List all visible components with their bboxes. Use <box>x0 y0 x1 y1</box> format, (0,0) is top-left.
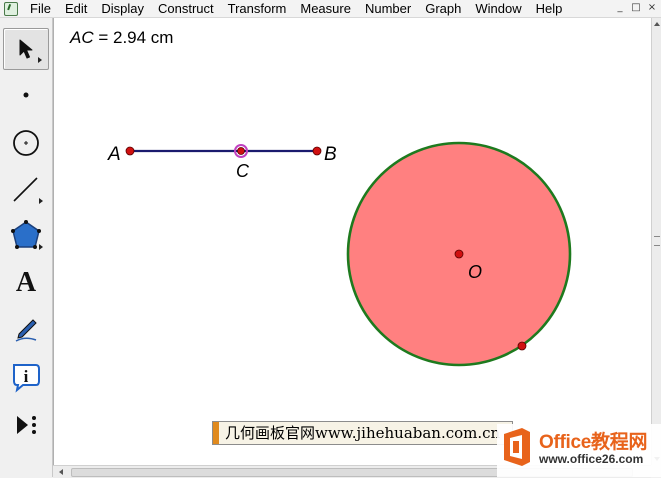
pentagon-icon <box>11 220 41 249</box>
info-icon: i <box>13 364 40 393</box>
scroll-up-arrow-icon[interactable] <box>654 22 660 26</box>
menu-measure[interactable]: Measure <box>292 1 357 17</box>
office-logo-url: www.office26.com <box>539 452 644 466</box>
label-b[interactable]: B <box>324 144 337 165</box>
menu-bar: File Edit Display Construct Transform Me… <box>0 0 661 18</box>
scroll-left-arrow-icon[interactable] <box>59 469 63 475</box>
point-c[interactable] <box>237 147 245 155</box>
point-a[interactable] <box>125 146 135 156</box>
minimize-button[interactable]: _ <box>613 1 627 14</box>
menu-display[interactable]: Display <box>93 1 150 17</box>
watermark-stripe <box>213 422 219 444</box>
point-icon <box>23 92 29 98</box>
scroll-grip-icon <box>654 236 660 246</box>
svg-text:i: i <box>24 367 29 386</box>
menu-construct[interactable]: Construct <box>150 1 220 17</box>
circle-radius-point[interactable] <box>517 341 527 351</box>
label-o[interactable]: O <box>468 262 482 282</box>
tool-submenu-indicator <box>38 57 42 63</box>
restore-button[interactable]: □ <box>629 1 643 14</box>
pen-icon <box>15 319 37 342</box>
office-logo-title: Office教程网 <box>539 432 648 453</box>
point-tool[interactable] <box>3 74 49 116</box>
tool-submenu-indicator <box>39 198 43 204</box>
line-segment-icon <box>13 177 38 202</box>
sketch-canvas[interactable]: AC = 2.94 cm A B C O <box>53 18 652 465</box>
straightedge-tool[interactable] <box>3 168 49 210</box>
menu-window[interactable]: Window <box>467 1 527 17</box>
vertical-scrollbar[interactable] <box>651 18 661 465</box>
custom-tools-icon <box>17 416 36 434</box>
compass-circle-icon <box>13 130 39 156</box>
menu-transform[interactable]: Transform <box>220 1 293 17</box>
menu-number[interactable]: Number <box>357 1 417 17</box>
polygon-tool[interactable] <box>3 214 49 256</box>
menu-help[interactable]: Help <box>528 1 569 17</box>
arrow-icon <box>19 39 33 59</box>
label-c[interactable]: C <box>236 161 250 181</box>
menu-graph[interactable]: Graph <box>417 1 467 17</box>
close-button[interactable]: × <box>645 1 659 14</box>
text-a-icon: A <box>15 267 37 298</box>
selection-arrow-tool[interactable] <box>3 28 49 70</box>
tool-submenu-indicator <box>39 244 43 250</box>
information-tool[interactable]: i <box>3 356 49 398</box>
office-logo-icon <box>504 428 530 466</box>
label-a[interactable]: A <box>107 144 121 165</box>
marker-tool[interactable] <box>3 308 49 350</box>
sketch-drawing: A B C O <box>107 141 572 367</box>
point-o[interactable] <box>454 249 464 259</box>
toolbox: A i <box>0 18 53 477</box>
menu-edit[interactable]: Edit <box>57 1 93 17</box>
point-b[interactable] <box>312 146 322 156</box>
watermark-text: 几何画板官网www.jihehuaban.com.cn <box>225 424 501 442</box>
window-controls: _ □ × <box>613 1 659 14</box>
office-logo: Office教程网 www.office26.com <box>497 424 661 477</box>
custom-tool[interactable] <box>3 404 49 446</box>
app-icon[interactable] <box>4 1 18 16</box>
watermark-banner: 几何画板官网www.jihehuaban.com.cn <box>212 421 513 445</box>
text-tool[interactable]: A <box>3 262 49 304</box>
compass-tool[interactable] <box>3 122 49 164</box>
menu-file[interactable]: File <box>22 1 57 17</box>
